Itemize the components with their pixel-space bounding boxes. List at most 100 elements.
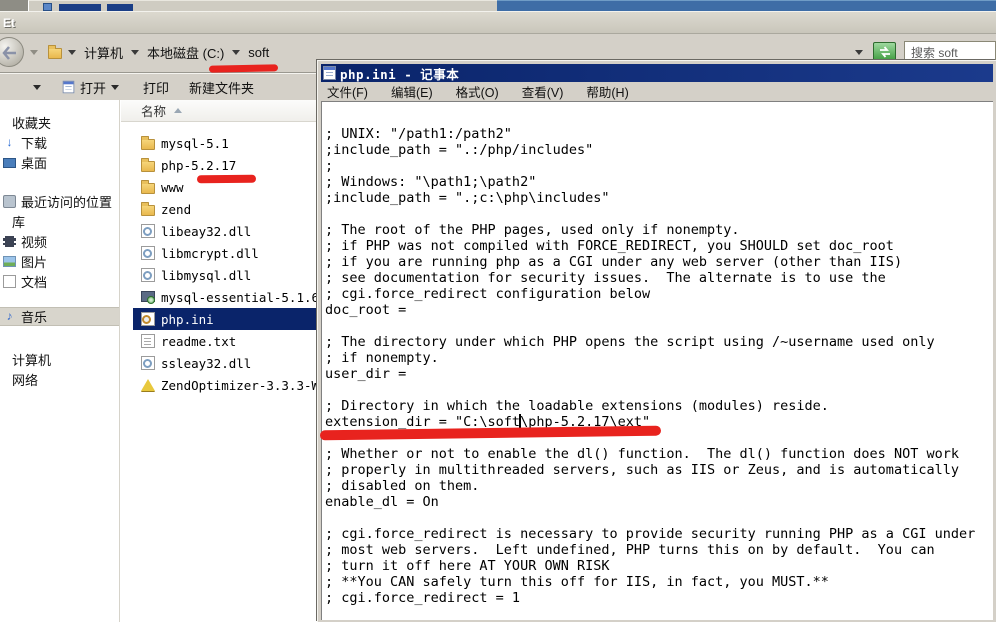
file-row[interactable]: mysql-essential-5.1.63-wi: [121, 286, 317, 308]
sidebar-item[interactable]: 视频: [0, 231, 119, 251]
text-line: ; The directory under which PHP opens th…: [325, 334, 993, 350]
sidebar-item[interactable]: 最近访问的位置: [0, 191, 119, 211]
notepad-text-area[interactable]: ; UNIX: "/path1:/path2" ;include_path = …: [321, 101, 993, 620]
sidebar-item[interactable]: 网络: [0, 369, 119, 389]
notepad-menu-item[interactable]: 查看(V): [522, 82, 564, 101]
navigation-pane: 收藏夹 ↓ 下载 桌面 最近访问的位置: [0, 100, 120, 622]
folder-icon: [141, 205, 155, 216]
notepad-icon: [323, 66, 336, 80]
background-window-edge: [497, 0, 996, 11]
sidebar-item[interactable]: 桌面: [0, 152, 119, 172]
refresh-button[interactable]: [873, 42, 896, 62]
background-window-titlebar-fragment: [28, 0, 498, 11]
breadcrumb-separator-icon[interactable]: [131, 50, 139, 55]
file-name: zend: [161, 202, 191, 217]
sidebar-item[interactable]: 计算机: [0, 349, 119, 369]
dll-icon: [141, 356, 155, 370]
file-rows: mysql-5.1 php-5.2.17 www zend: [121, 122, 317, 396]
file-row[interactable]: libeay32.dll: [121, 220, 317, 242]
sidebar-item[interactable]: 文档: [0, 271, 119, 291]
sidebar-item[interactable]: ↓ 下载: [0, 132, 119, 152]
video-icon: [3, 236, 16, 247]
explorer-title-fragment: Et: [3, 16, 15, 30]
file-name: mysql-essential-5.1.63-wi: [161, 290, 317, 305]
text-line: ; Windows: "\path1;\path2": [325, 174, 993, 190]
background-window-icon: [43, 3, 52, 11]
sidebar-item-label: 文档: [21, 272, 47, 291]
sidebar-item[interactable]: 图片: [0, 251, 119, 271]
back-button[interactable]: [0, 37, 24, 67]
notepad-title: php.ini - 记事本: [340, 64, 459, 83]
print-button[interactable]: 打印: [136, 75, 176, 100]
notepad-menu-item[interactable]: 编辑(E): [391, 82, 433, 101]
sidebar-item-label: 音乐: [21, 307, 47, 326]
file-row[interactable]: readme.txt: [121, 330, 317, 352]
file-name: readme.txt: [161, 334, 236, 349]
file-name: libmysql.dll: [161, 268, 251, 283]
sidebar-item[interactable]: 库: [0, 211, 119, 231]
text-line: ;include_path = ".:/php/includes": [325, 142, 993, 158]
notepad-menu-item[interactable]: 帮助(H): [586, 82, 628, 101]
notepad-menubar: 文件(F) 编辑(E) 格式(O) 查看(V) 帮助(H): [321, 82, 993, 101]
open-dropdown-icon[interactable]: [111, 85, 119, 90]
text-line: ; properly in multithreaded servers, suc…: [325, 462, 993, 478]
breadcrumb-item[interactable]: 计算机: [82, 41, 125, 64]
text-line: ; **You CAN safely turn this off for IIS…: [325, 574, 993, 590]
screen: Et 计算机 本地磁盘 (C:) soft: [0, 0, 996, 622]
notepad-menu-item[interactable]: 文件(F): [327, 82, 368, 101]
background-corner: [0, 0, 28, 11]
recent-icon: [3, 195, 16, 208]
installer-icon: [141, 290, 155, 304]
breadcrumb-item[interactable]: soft: [246, 43, 271, 62]
notepad-titlebar[interactable]: php.ini - 记事本: [321, 64, 993, 82]
text-line: enable_dl = On: [325, 494, 993, 510]
explorer-content: 收藏夹 ↓ 下载 桌面 最近访问的位置: [0, 100, 317, 622]
file-name: mysql-5.1: [161, 136, 229, 151]
address-dropdown-icon[interactable]: [855, 50, 863, 55]
new-folder-button[interactable]: 新建文件夹: [182, 75, 261, 100]
text-line: [325, 510, 993, 526]
file-row[interactable]: zend: [121, 198, 317, 220]
text-line: ; turn it off here AT YOUR OWN RISK: [325, 558, 993, 574]
file-name: www: [161, 180, 184, 195]
text-line: doc_root =: [325, 302, 993, 318]
text-line: ; if you are running php as a CGI under …: [325, 254, 993, 270]
sidebar-item-label: 最近访问的位置: [21, 192, 112, 211]
picture-icon: [3, 256, 16, 267]
file-row[interactable]: ssleay32.dll: [121, 352, 317, 374]
sidebar-item-label: 桌面: [21, 153, 47, 172]
notepad-window: php.ini - 记事本 文件(F) 编辑(E) 格式(O) 查看(V) 帮助…: [317, 60, 996, 622]
file-row[interactable]: libmysql.dll: [121, 264, 317, 286]
back-history-dropdown-icon[interactable]: [30, 50, 38, 55]
file-name: php.ini: [161, 312, 214, 327]
text-line: ;: [325, 158, 993, 174]
open-button[interactable]: 打开: [55, 75, 126, 100]
file-row[interactable]: php-5.2.17: [121, 154, 317, 176]
sidebar-item[interactable]: 收藏夹: [0, 112, 119, 132]
sidebar-item[interactable]: ♪ 音乐: [0, 307, 119, 326]
desktop-icon: [3, 158, 16, 168]
text-line: ; UNIX: "/path1:/path2": [325, 126, 993, 142]
text-line: ; if nonempty.: [325, 350, 993, 366]
file-row[interactable]: libmcrypt.dll: [121, 242, 317, 264]
txt-icon: [141, 334, 155, 348]
text-caret: [519, 414, 521, 428]
download-icon: ↓: [3, 136, 16, 149]
notepad-menu-item[interactable]: 格式(O): [456, 82, 499, 101]
column-header-name[interactable]: 名称: [121, 100, 317, 122]
breadcrumb-separator-icon[interactable]: [68, 50, 76, 55]
file-row[interactable]: php.ini: [133, 308, 317, 330]
file-name: libmcrypt.dll: [161, 246, 259, 261]
organize-dropdown-icon[interactable]: [33, 85, 41, 90]
dll-icon: [141, 246, 155, 260]
file-row[interactable]: ZendOptimizer-3.3.3-Windo: [121, 374, 317, 396]
text-line: ; Whether or not to enable the dl() func…: [325, 446, 993, 462]
file-row[interactable]: mysql-5.1: [121, 132, 317, 154]
explorer-titlebar[interactable]: Et: [0, 11, 996, 34]
sidebar-item-label: 计算机: [12, 350, 51, 369]
breadcrumb-separator-icon[interactable]: [232, 50, 240, 55]
file-name: php-5.2.17: [161, 158, 236, 173]
breadcrumb-item[interactable]: 本地磁盘 (C:): [145, 41, 226, 64]
text-line: [325, 318, 993, 334]
document-icon: [3, 275, 16, 288]
